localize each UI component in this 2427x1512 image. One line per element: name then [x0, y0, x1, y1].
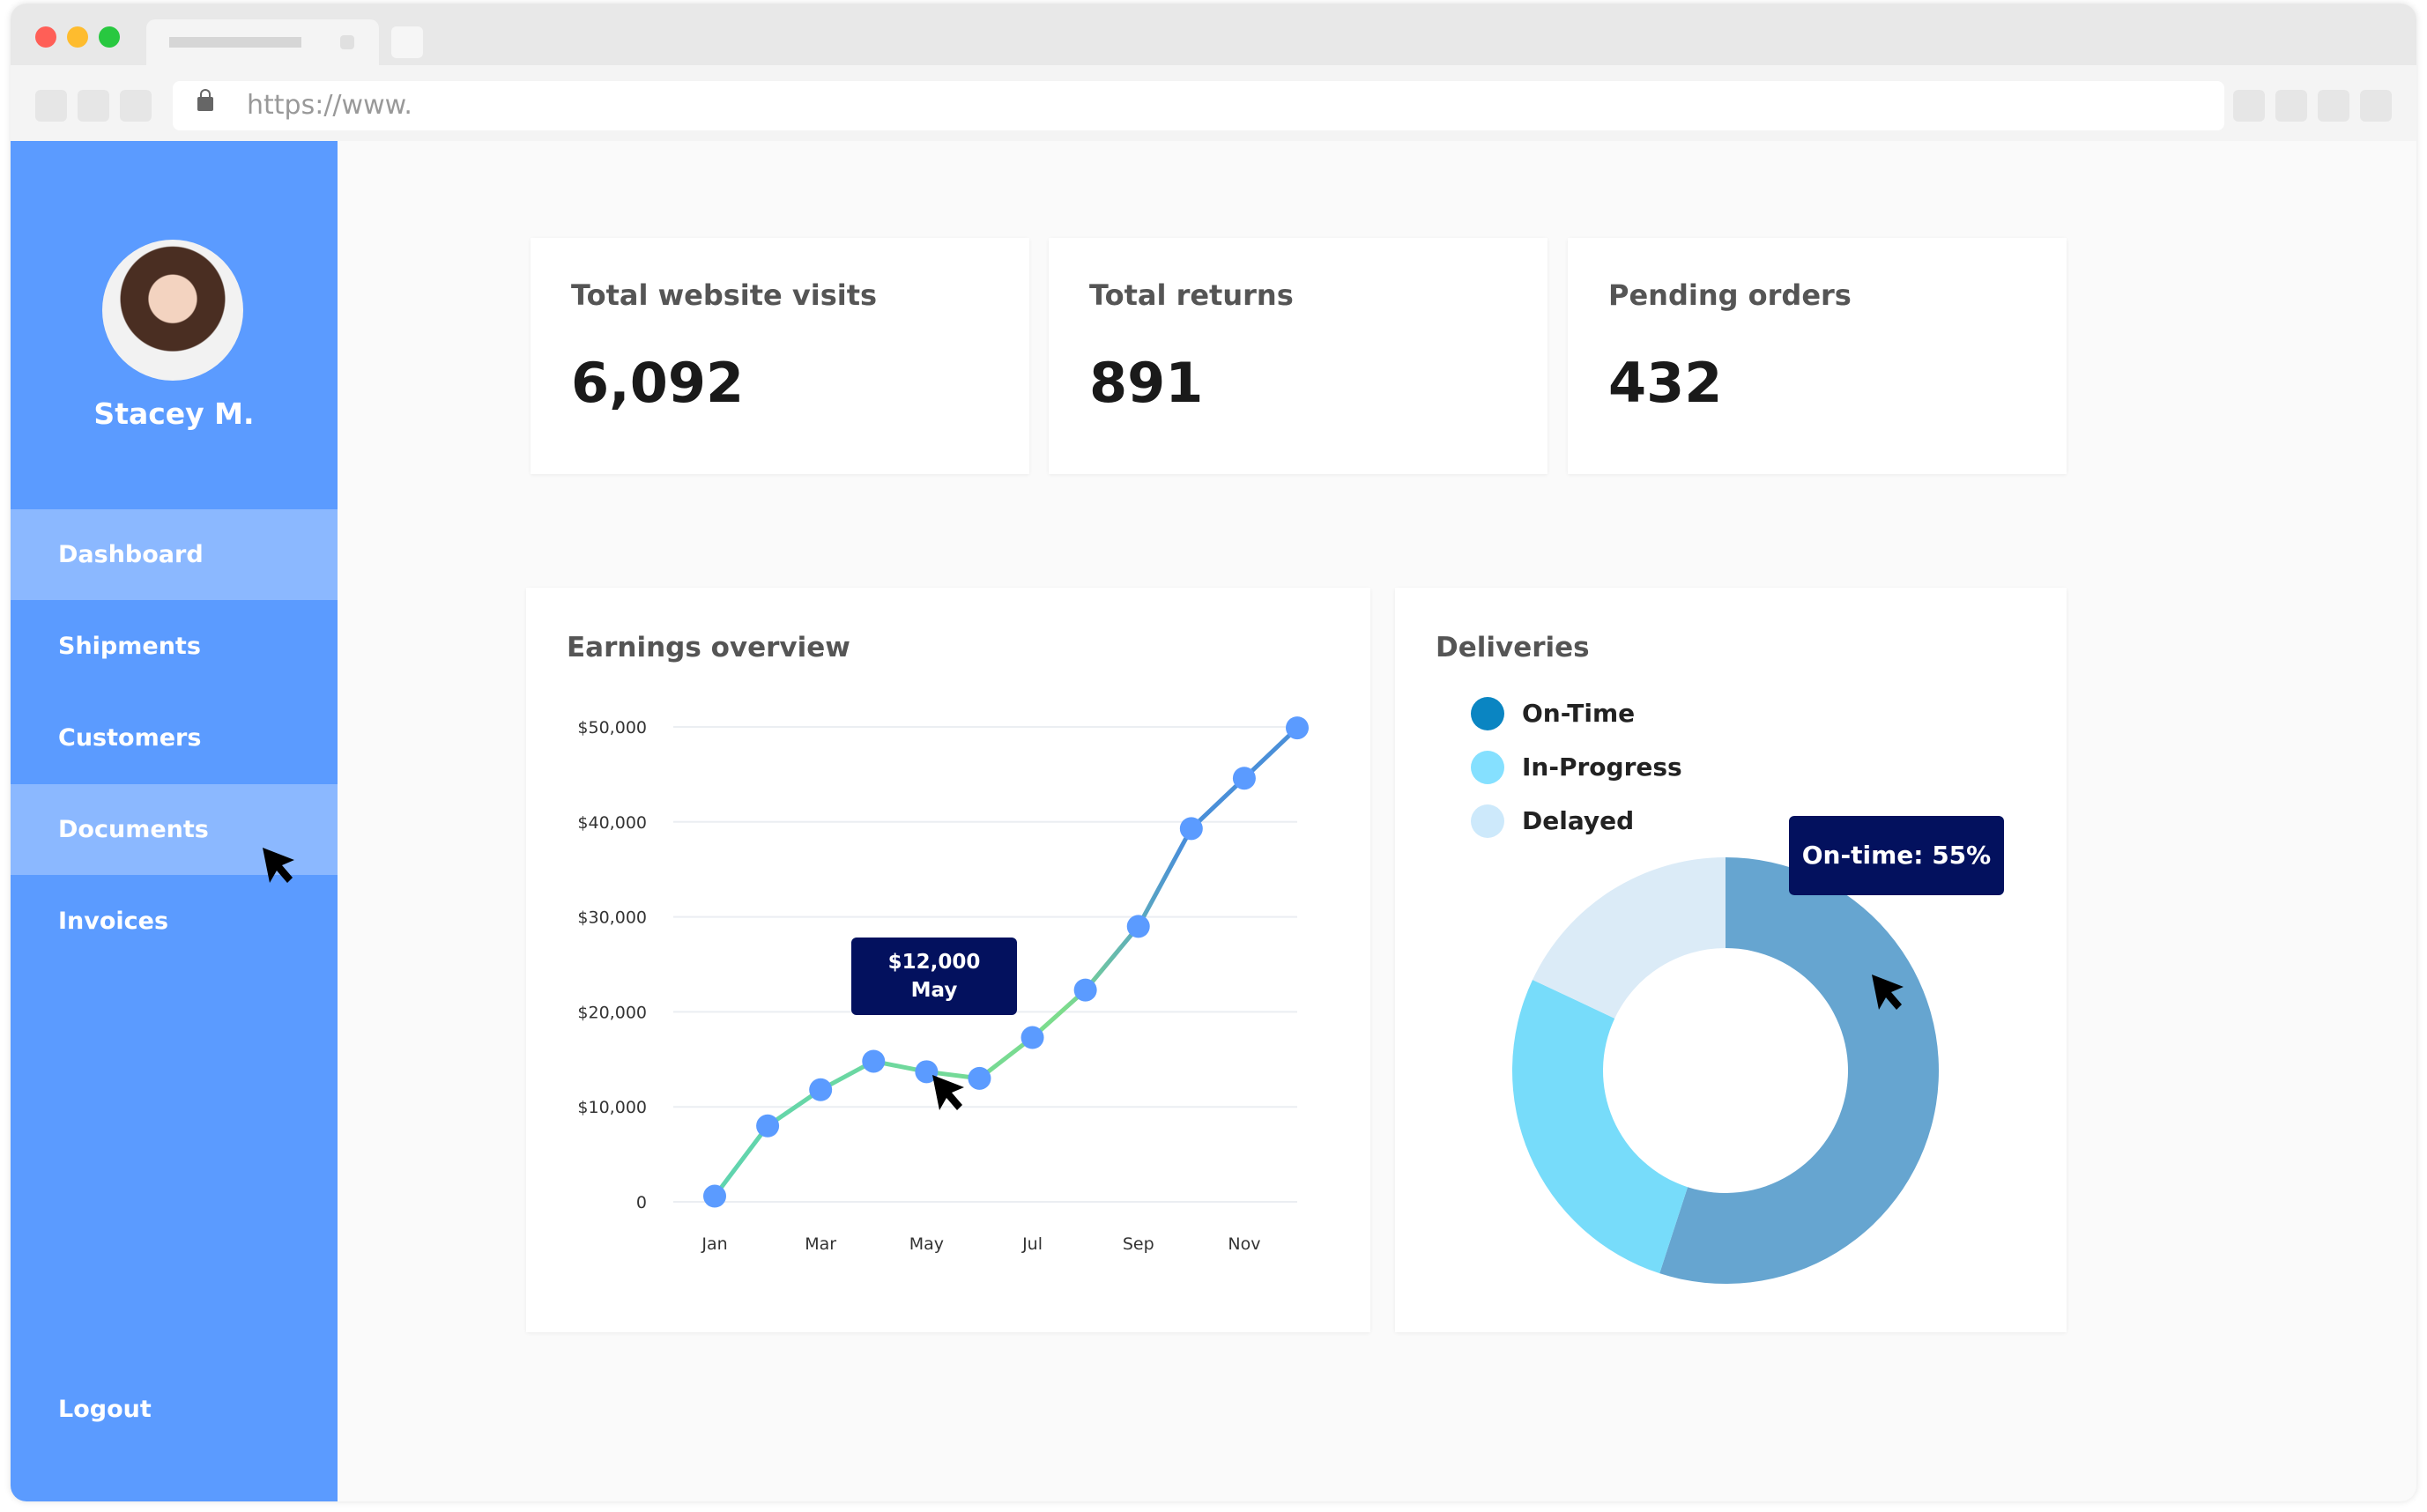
- data-point: [1179, 817, 1203, 841]
- donut-tooltip: On-time: 55%: [1789, 816, 2004, 895]
- legend-on-time: On-Time: [1471, 696, 1635, 731]
- data-point: [1286, 716, 1309, 740]
- data-point: [1073, 978, 1097, 1002]
- y-tick-label: $10,000: [577, 1098, 647, 1117]
- deliveries-title: Deliveries: [1436, 632, 1590, 663]
- legend-in-progress: In-Progress: [1471, 750, 1682, 785]
- data-point: [1126, 915, 1150, 938]
- x-tick-label: Jul: [1021, 1234, 1043, 1254]
- x-tick-label: Jan: [701, 1234, 727, 1254]
- x-tick-label: Nov: [1228, 1234, 1260, 1254]
- legend-swatch: [1471, 751, 1504, 784]
- legend-delayed: Delayed: [1471, 804, 1634, 839]
- legend-label: On-Time: [1522, 699, 1636, 728]
- tooltip-value: $12,000: [887, 951, 981, 974]
- earnings-tooltip: $12,000 May: [851, 938, 1017, 1015]
- legend-swatch: [1471, 804, 1504, 838]
- y-tick-label: 0: [636, 1193, 647, 1212]
- deliveries-card: Deliveries On-Time In-Progress Delayed: [1395, 588, 2067, 1332]
- y-tick-label: $40,000: [577, 813, 647, 833]
- browser-window: https://www. Stacey M. Dashboard Shipmen…: [11, 4, 2416, 1501]
- data-point: [1021, 1026, 1044, 1049]
- x-tick-label: Sep: [1123, 1234, 1154, 1254]
- data-point: [915, 1060, 939, 1084]
- y-tick-label: $50,000: [577, 718, 647, 737]
- x-tick-label: Mar: [805, 1234, 836, 1254]
- legend-label: In-Progress: [1522, 752, 1682, 782]
- tooltip-month: May: [910, 979, 958, 1002]
- data-point: [809, 1078, 833, 1101]
- y-tick-label: $20,000: [577, 1003, 647, 1022]
- data-point: [703, 1184, 726, 1208]
- x-tick-label: May: [909, 1234, 944, 1254]
- data-point: [756, 1114, 780, 1138]
- data-point: [862, 1049, 886, 1073]
- y-tick-label: $30,000: [577, 908, 647, 928]
- data-point: [1232, 767, 1256, 790]
- legend-swatch: [1471, 697, 1504, 730]
- data-point: [968, 1066, 991, 1090]
- legend-label: Delayed: [1522, 806, 1635, 835]
